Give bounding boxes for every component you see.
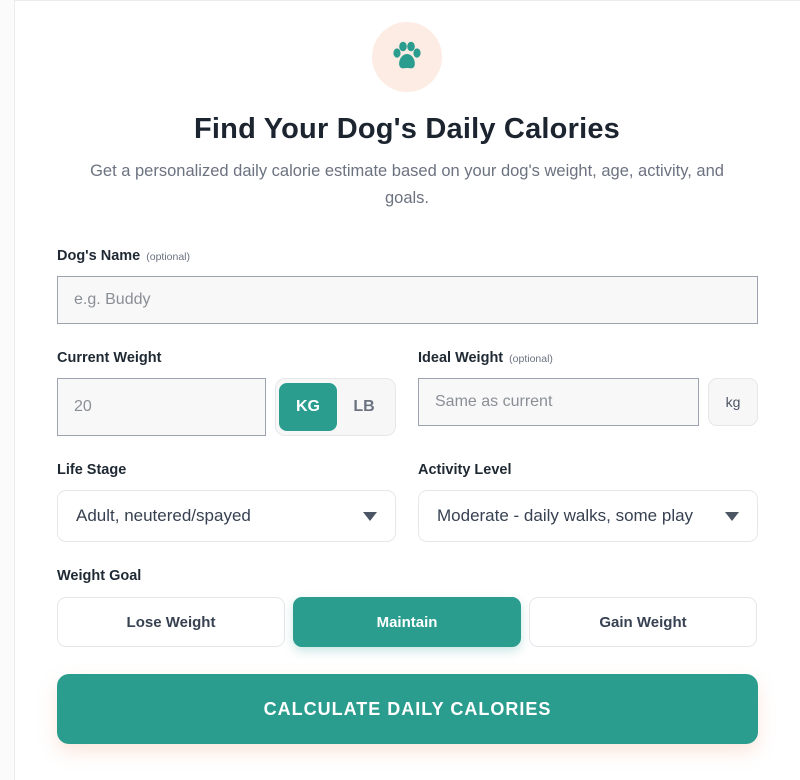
- ideal-weight-input[interactable]: [418, 378, 699, 426]
- current-weight-input[interactable]: [57, 378, 266, 436]
- calculate-calories-button[interactable]: CALCULATE DAILY CALORIES: [57, 674, 758, 744]
- goal-lose-weight-button[interactable]: Lose Weight: [57, 597, 285, 647]
- ideal-weight-label-text: Ideal Weight: [418, 350, 504, 366]
- weight-goal-label: Weight Goal: [57, 568, 142, 584]
- page-title: Find Your Dog's Daily Calories: [194, 113, 620, 145]
- goal-gain-weight-button[interactable]: Gain Weight: [529, 597, 757, 647]
- chevron-down-icon: [363, 512, 377, 521]
- dog-name-input[interactable]: [57, 276, 758, 324]
- goal-maintain-button[interactable]: Maintain: [293, 597, 521, 647]
- unit-lb-button[interactable]: LB: [335, 383, 393, 431]
- unit-kg-button[interactable]: KG: [279, 383, 337, 431]
- activity-level-select[interactable]: Moderate - daily walks, some play: [418, 490, 758, 542]
- activity-level-selected-value: Moderate - daily walks, some play: [437, 506, 694, 525]
- weight-unit-toggle: KG LB: [275, 378, 396, 436]
- chevron-down-icon: [725, 512, 739, 521]
- page-subtitle: Get a personalized daily calorie estimat…: [90, 162, 724, 207]
- life-stage-label: Life Stage: [57, 462, 127, 478]
- paw-icon-badge: [372, 22, 442, 92]
- paw-icon: [393, 41, 421, 69]
- dog-name-label-text: Dog's Name: [57, 248, 141, 264]
- ideal-weight-unit: kg: [708, 378, 758, 426]
- life-stage-select[interactable]: Adult, neutered/spayed: [57, 490, 396, 542]
- current-weight-label: Current Weight: [57, 350, 162, 366]
- ideal-weight-label: Ideal Weight (optional): [418, 350, 553, 366]
- life-stage-selected-value: Adult, neutered/spayed: [76, 506, 251, 525]
- dog-name-optional-tag: (optional): [146, 251, 191, 263]
- ideal-weight-optional-tag: (optional): [509, 353, 553, 365]
- dog-name-label: Dog's Name (optional): [57, 248, 190, 264]
- activity-level-label: Activity Level: [418, 462, 512, 478]
- page: Find Your Dog's Daily Calories Get a per…: [0, 0, 800, 780]
